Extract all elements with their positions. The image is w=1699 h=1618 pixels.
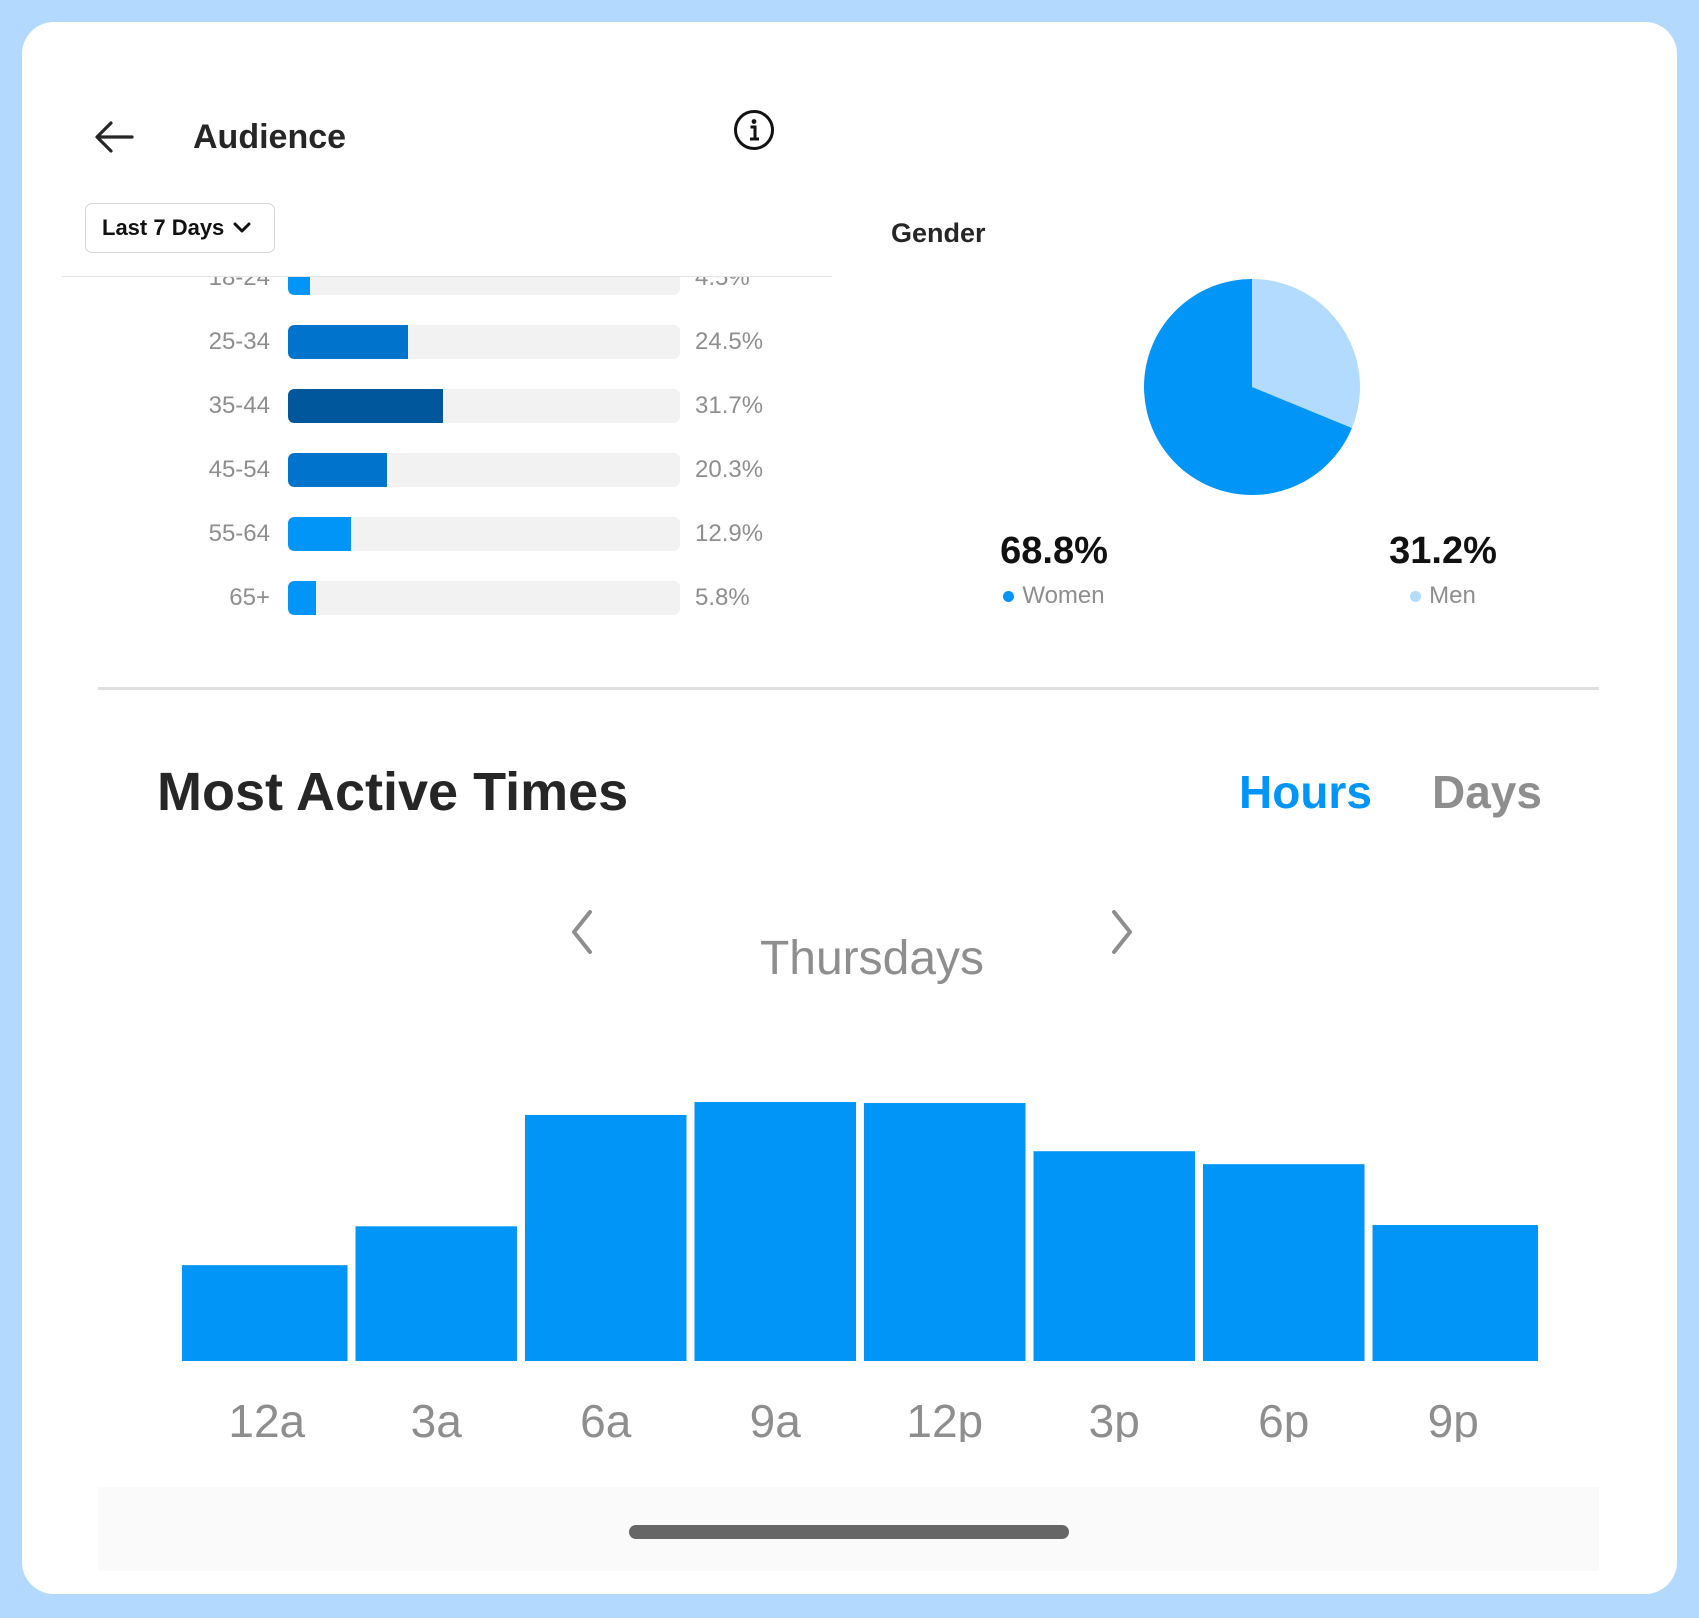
- tab-hours[interactable]: Hours: [1239, 762, 1372, 822]
- age-label: 25-34: [208, 328, 270, 355]
- gender-title: Gender: [891, 218, 986, 248]
- age-bar-track: [288, 517, 680, 551]
- age-percent: 4.5%: [695, 277, 750, 291]
- bar-6p: [1203, 1164, 1365, 1361]
- bar-6a: [525, 1114, 687, 1361]
- men-label: Men: [1429, 582, 1476, 609]
- selected-day: Thursdays: [759, 932, 985, 985]
- age-bar-fill: [288, 389, 444, 423]
- bar-12a: [182, 1265, 348, 1361]
- x-tick-label: 9a: [750, 1395, 802, 1442]
- age-row: 35-44 31.7%: [22, 389, 842, 423]
- date-range-dropdown[interactable]: Last 7 Days: [85, 203, 275, 253]
- gender-pie-chart: [1144, 279, 1360, 495]
- age-bar-fill: [288, 581, 317, 615]
- age-row: 18-24 4.5%: [22, 277, 842, 295]
- age-percent: 12.9%: [695, 520, 764, 547]
- x-tick-label: 3a: [411, 1395, 463, 1442]
- x-tick-label: 6a: [580, 1395, 632, 1442]
- age-label: 35-44: [208, 392, 270, 419]
- age-bar-fill: [288, 517, 352, 551]
- age-percent: 5.8%: [695, 584, 750, 611]
- women-legend: Women: [934, 582, 1174, 610]
- chevron-down-icon: [233, 222, 251, 233]
- page-title: Audience: [193, 118, 347, 156]
- age-bar-track: [288, 325, 680, 359]
- age-label: 18-24: [208, 277, 270, 291]
- x-tick-label: 3p: [1089, 1395, 1140, 1442]
- age-percent: 24.5%: [695, 328, 764, 355]
- women-label: Women: [1022, 582, 1105, 609]
- x-tick-label: 12a: [228, 1395, 305, 1442]
- age-bar-track: [288, 581, 680, 615]
- age-bar-fill: [288, 453, 388, 487]
- age-percent: 31.7%: [695, 392, 764, 419]
- section-divider: [98, 687, 1599, 690]
- x-tick-label: 6p: [1258, 1395, 1309, 1442]
- age-label: 55-64: [208, 520, 270, 547]
- age-label: 45-54: [208, 456, 270, 483]
- bar-9a: [694, 1102, 856, 1361]
- age-bar-track: [288, 453, 680, 487]
- age-bar-track: [288, 277, 680, 295]
- women-percent: 68.8%: [1000, 530, 1108, 572]
- age-label: 65+: [229, 584, 270, 611]
- age-row: 55-64 12.9%: [22, 517, 842, 551]
- bar-12p: [864, 1103, 1026, 1361]
- age-bar-fill: [288, 325, 409, 359]
- bar-3p: [1033, 1151, 1195, 1361]
- info-circle-icon[interactable]: [732, 108, 776, 152]
- age-range-list[interactable]: 18-24 4.5% 25-34 24.5% 35-44 31.7% 45-54 20.3% 5…: [22, 277, 842, 677]
- arrow-left-icon[interactable]: [92, 114, 138, 160]
- most-active-bar-chart: 12a 3a 6a 9a 12p 3p 6p 9p: [182, 1102, 1538, 1442]
- x-tick-label: 9p: [1428, 1395, 1479, 1442]
- age-percent: 20.3%: [695, 456, 764, 483]
- date-range-label: Last 7 Days: [102, 215, 225, 240]
- chevron-right-icon[interactable]: [1102, 902, 1142, 962]
- age-row: 45-54 20.3%: [22, 453, 842, 487]
- men-legend: Men: [1323, 582, 1563, 610]
- most-active-times-title: Most Active Times: [157, 762, 629, 822]
- bar-9p: [1372, 1225, 1538, 1361]
- audience-screen: Audience Last 7 Days 18-24 4.5% 25-34 24.5%…: [22, 22, 1677, 1594]
- men-percent: 31.2%: [1389, 530, 1497, 572]
- age-row: 65+ 5.8%: [22, 581, 842, 615]
- men-dot-icon: [1410, 590, 1422, 602]
- x-tick-label: 12p: [906, 1395, 983, 1442]
- women-dot-icon: [1003, 590, 1015, 602]
- age-row: 25-34 24.5%: [22, 325, 842, 359]
- home-indicator[interactable]: [629, 1525, 1069, 1539]
- tab-days[interactable]: Days: [1432, 762, 1542, 822]
- chevron-left-icon[interactable]: [562, 902, 602, 962]
- age-bar-track: [288, 389, 680, 423]
- bar-3a: [355, 1226, 517, 1361]
- age-bar-fill: [288, 277, 311, 295]
